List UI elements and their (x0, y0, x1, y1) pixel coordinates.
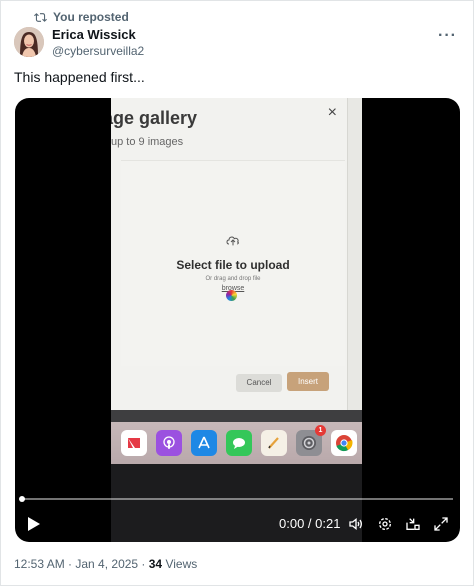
notification-badge: 1 (315, 425, 326, 436)
news-app-icon (121, 430, 147, 456)
video-frame: age gallery up to 9 images × Select file… (111, 98, 362, 542)
dialog-subtitle: up to 9 images (111, 136, 184, 148)
dialog-stack-edge (347, 98, 362, 410)
settings-app-icon: 1 (296, 425, 326, 456)
settings-gear-icon[interactable] (377, 516, 393, 532)
repost-indicator[interactable]: You reposted (34, 10, 129, 24)
video-time: 0:00 / 0:21 (279, 516, 341, 531)
dialog-title: age gallery (111, 108, 198, 128)
progress-bar[interactable] (19, 496, 453, 502)
play-icon[interactable] (27, 516, 41, 532)
volume-icon[interactable] (348, 516, 364, 532)
tweet-text: This happened first... (14, 69, 145, 85)
podcasts-app-icon (156, 430, 182, 456)
dock-shelf (111, 410, 362, 422)
author-block: Erica Wissick @cybersurveilla2 (52, 27, 144, 59)
progress-handle[interactable] (19, 496, 25, 502)
repost-icon (34, 12, 47, 22)
tweet-meta: 12:53 AM · Jan 4, 2025 · 34 Views (14, 557, 197, 571)
avatar[interactable] (14, 27, 44, 57)
chrome-app-icon (331, 430, 357, 456)
more-options-icon[interactable]: ··· (438, 27, 457, 45)
video-player[interactable]: age gallery up to 9 images × Select file… (15, 98, 460, 542)
avatar-image (14, 27, 44, 57)
video-controls: 0:00 / 0:21 (15, 496, 460, 542)
views-label: Views (162, 557, 198, 571)
upload-dialog: age gallery up to 9 images × Select file… (111, 98, 355, 410)
dropzone-title: Select file to upload (176, 258, 290, 272)
picture-in-picture-icon[interactable] (405, 516, 421, 532)
fullscreen-icon[interactable] (433, 516, 449, 532)
author-handle[interactable]: @cybersurveilla2 (52, 43, 144, 59)
views-count: 34 (148, 557, 163, 571)
messages-app-icon (226, 430, 252, 456)
freeform-app-icon (261, 430, 287, 456)
timestamp-link[interactable]: 12:53 AM · Jan 4, 2025 · (14, 557, 149, 571)
repost-label: You reposted (53, 10, 129, 24)
app-store-icon (191, 430, 217, 456)
author-name[interactable]: Erica Wissick (52, 27, 144, 43)
dropzone-hint: Or drag and drop file (205, 276, 261, 282)
close-icon: × (327, 104, 337, 121)
insert-button: Insert (287, 372, 329, 391)
spinning-cursor-icon (226, 290, 237, 301)
cloud-upload-icon (226, 236, 239, 246)
dock: 1 (111, 422, 362, 464)
tweet-card: You reposted Erica Wissick @cybersurveil… (0, 0, 474, 586)
dropzone: Select file to upload Or drag and drop f… (121, 160, 345, 366)
cancel-button: Cancel (236, 374, 282, 392)
